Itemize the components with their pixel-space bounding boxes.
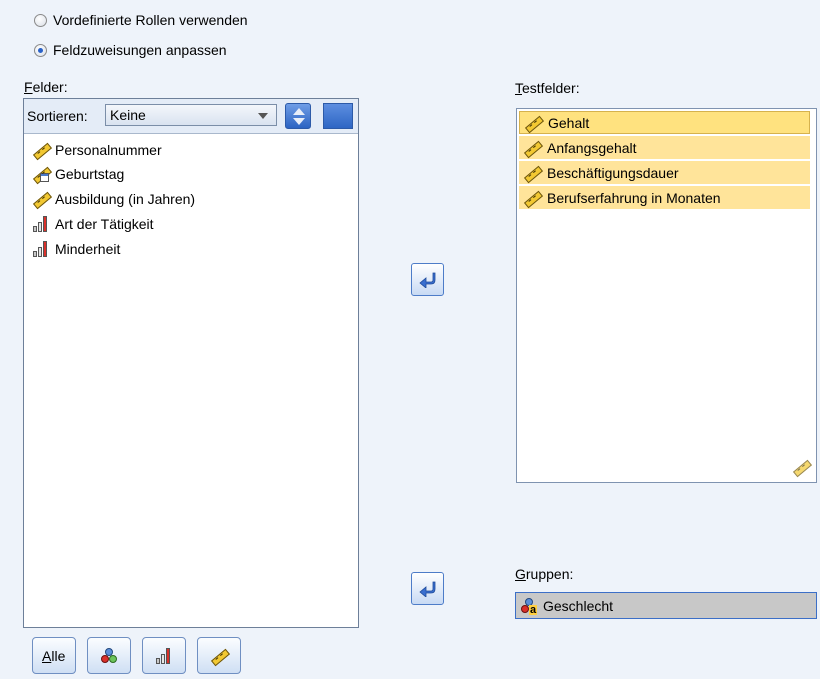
sort-option-button[interactable]	[323, 103, 353, 129]
list-item-label: Ausbildung (in Jahren)	[55, 191, 196, 207]
move-arrow-icon	[419, 272, 436, 288]
test-field-label: Beschäftigungsdauer	[547, 164, 679, 181]
radio-predefined-roles[interactable]: Vordefinierte Rollen verwenden	[34, 12, 248, 28]
test-field-label: Berufserfahrung in Monaten	[547, 189, 721, 206]
scale-ruler-icon	[210, 647, 228, 665]
filter-all-label: Alle	[42, 648, 66, 664]
ordinal-bars-icon	[32, 240, 50, 258]
list-item[interactable]: Ausbildung (in Jahren)	[32, 188, 195, 210]
groups-title: Gruppen:	[515, 566, 574, 582]
list-item[interactable]: Personalnummer	[32, 139, 162, 161]
move-arrow-icon	[419, 581, 436, 597]
test-field-item[interactable]: Gehalt	[519, 111, 810, 134]
test-field-item[interactable]: Berufserfahrung in Monaten	[519, 186, 810, 209]
list-item[interactable]: Geburtstag	[32, 163, 124, 185]
list-item[interactable]: Minderheit	[32, 238, 120, 260]
list-item-label: Minderheit	[55, 241, 121, 257]
sort-dropdown[interactable]: Keine	[105, 104, 277, 126]
list-item-label: Geburtstag	[55, 166, 125, 182]
scale-ruler-icon	[792, 458, 810, 476]
sort-up-icon	[293, 108, 305, 115]
scale-ruler-icon	[524, 114, 542, 132]
sort-label: Sortieren:	[27, 108, 88, 124]
test-fields-title: Testfelder:	[515, 80, 580, 96]
radio-custom-assignments[interactable]: Feldzuweisungen anpassen	[34, 42, 227, 58]
nominal-string-icon: a	[520, 597, 538, 615]
test-field-item[interactable]: Anfangsgehalt	[519, 136, 810, 159]
test-field-label: Anfangsgehalt	[547, 139, 637, 156]
scale-ruler-icon	[523, 164, 541, 182]
scale-ruler-icon	[32, 141, 50, 159]
radio-label: Vordefinierte Rollen verwenden	[53, 12, 248, 28]
chevron-down-icon	[258, 113, 268, 119]
scale-ruler-icon	[523, 139, 541, 157]
test-field-label: Gehalt	[548, 114, 590, 131]
sort-direction-button[interactable]	[285, 103, 311, 129]
list-item-label: Art der Tätigkeit	[55, 216, 154, 232]
list-item[interactable]: Art der Tätigkeit	[32, 213, 154, 235]
sort-bar: Sortieren: Keine	[24, 99, 358, 134]
test-field-item[interactable]: Beschäftigungsdauer	[519, 161, 810, 184]
ordinal-bars-icon	[155, 647, 173, 665]
radio-label: Feldzuweisungen anpassen	[53, 42, 227, 58]
sort-value: Keine	[110, 107, 146, 123]
fields-title: Felder:	[24, 79, 68, 95]
date-icon	[32, 165, 50, 183]
list-item-label: Personalnummer	[55, 142, 162, 158]
test-fields-list[interactable]: Gehalt Anfangsgehalt Beschäftigungsdauer…	[516, 108, 817, 483]
filter-all-button[interactable]: Alle	[32, 637, 76, 674]
move-to-groups-button[interactable]	[411, 572, 444, 605]
fields-list[interactable]: Sortieren: Keine Personalnummer Geburtst…	[23, 98, 359, 628]
sort-down-icon	[293, 118, 305, 125]
ordinal-bars-icon	[32, 215, 50, 233]
scale-ruler-icon	[523, 189, 541, 207]
radio-button[interactable]	[34, 43, 47, 57]
groups-field[interactable]: a Geschlecht	[515, 592, 817, 619]
filter-scale-button[interactable]	[197, 637, 241, 674]
filter-ordinal-button[interactable]	[142, 637, 186, 674]
move-to-test-fields-button[interactable]	[411, 263, 444, 296]
filter-nominal-button[interactable]	[87, 637, 131, 674]
radio-button[interactable]	[34, 13, 47, 27]
nominal-circles-icon	[100, 647, 118, 665]
groups-value: Geschlecht	[543, 597, 614, 614]
scale-ruler-icon	[32, 190, 50, 208]
